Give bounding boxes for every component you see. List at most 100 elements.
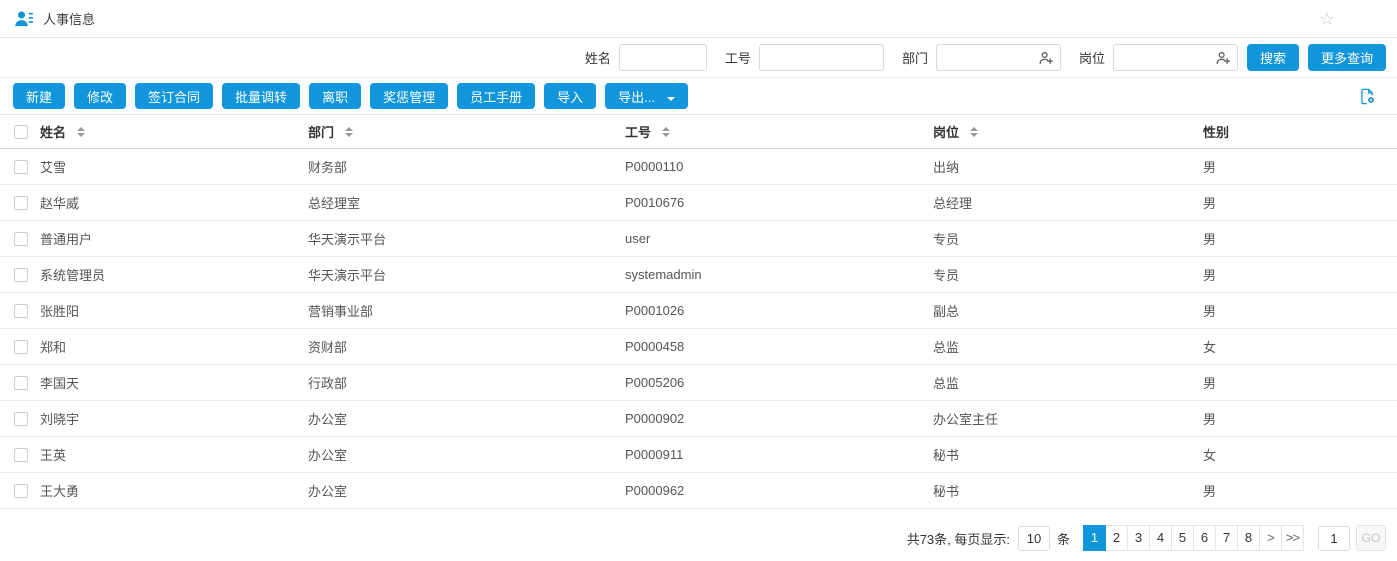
- cell-gender: 女: [1203, 445, 1397, 464]
- page-button-4[interactable]: 4: [1149, 525, 1172, 551]
- cell-employee-id: P0000458: [625, 339, 933, 354]
- table-row[interactable]: 李国天 行政部 P0005206 总监 男: [0, 365, 1397, 401]
- sort-icon[interactable]: [662, 127, 670, 137]
- search-bar: 姓名 工号 部门 岗位: [0, 38, 1397, 78]
- user-list-icon: [14, 9, 34, 29]
- cell-position: 总监: [933, 337, 1203, 356]
- favorite-star-icon[interactable]: ☆: [1319, 10, 1335, 28]
- cell-employee-id: P0010676: [625, 195, 933, 210]
- go-button[interactable]: GO: [1356, 525, 1386, 551]
- cell-name: 艾雪: [40, 157, 308, 176]
- column-header-employee-id[interactable]: 工号: [625, 122, 933, 141]
- page-button-8[interactable]: 8: [1237, 525, 1260, 551]
- cell-department: 行政部: [308, 373, 625, 392]
- reward-punishment-button[interactable]: 奖惩管理: [370, 83, 448, 109]
- row-checkbox[interactable]: [14, 196, 28, 210]
- page-button-3[interactable]: 3: [1127, 525, 1150, 551]
- edit-button[interactable]: 修改: [74, 83, 126, 109]
- row-checkbox[interactable]: [14, 376, 28, 390]
- cell-gender: 男: [1203, 229, 1397, 248]
- column-header-name[interactable]: 姓名: [40, 122, 308, 141]
- title-bar: 人事信息 ☆: [0, 0, 1397, 38]
- page-button-5[interactable]: 5: [1171, 525, 1194, 551]
- table-row[interactable]: 张胜阳 营销事业部 P0001026 副总 男: [0, 293, 1397, 329]
- cell-department: 总经理室: [308, 193, 625, 212]
- cell-name: 系统管理员: [40, 265, 308, 284]
- cell-employee-id: P0000902: [625, 411, 933, 426]
- cell-employee-id: user: [625, 231, 933, 246]
- cell-department: 资财部: [308, 337, 625, 356]
- sort-icon[interactable]: [77, 127, 85, 137]
- table-row[interactable]: 系统管理员 华天演示平台 systemadmin 专员 男: [0, 257, 1397, 293]
- search-button[interactable]: 搜索: [1247, 44, 1299, 71]
- cell-department: 办公室: [308, 445, 625, 464]
- cell-name: 张胜阳: [40, 301, 308, 320]
- sign-contract-button[interactable]: 签订合同: [135, 83, 213, 109]
- cell-position: 总经理: [933, 193, 1203, 212]
- cell-employee-id: P0000110: [625, 159, 933, 174]
- employee-id-search-input[interactable]: [759, 44, 884, 71]
- cell-position: 办公室主任: [933, 409, 1203, 428]
- page-button-6[interactable]: 6: [1193, 525, 1216, 551]
- page-size-input[interactable]: [1018, 526, 1050, 551]
- department-field-label: 部门: [902, 48, 928, 67]
- page-button-1[interactable]: 1: [1083, 525, 1106, 551]
- more-query-button[interactable]: 更多查询: [1308, 44, 1386, 71]
- export-button-label: 导出...: [618, 90, 655, 105]
- add-user-icon[interactable]: [1215, 50, 1231, 66]
- row-checkbox[interactable]: [14, 268, 28, 282]
- row-checkbox[interactable]: [14, 412, 28, 426]
- cell-gender: 男: [1203, 157, 1397, 176]
- add-user-icon[interactable]: [1038, 50, 1054, 66]
- page-size-unit-label: 条: [1057, 529, 1070, 548]
- select-all-checkbox[interactable]: [14, 125, 28, 139]
- cell-position: 专员: [933, 229, 1203, 248]
- cell-gender: 男: [1203, 265, 1397, 284]
- table-row[interactable]: 郑和 资财部 P0000458 总监 女: [0, 329, 1397, 365]
- goto-page-input[interactable]: [1318, 526, 1350, 551]
- employee-table: 姓名 部门 工号 岗位 性别 艾雪 财务部 P0000110 出纳 男 赵华威 …: [0, 114, 1397, 509]
- row-checkbox[interactable]: [14, 304, 28, 318]
- cell-position: 专员: [933, 265, 1203, 284]
- row-checkbox[interactable]: [14, 160, 28, 174]
- record-count-summary: 共73条, 每页显示:: [907, 529, 1010, 548]
- table-row[interactable]: 普通用户 华天演示平台 user 专员 男: [0, 221, 1397, 257]
- cell-position: 秘书: [933, 481, 1203, 500]
- row-checkbox[interactable]: [14, 484, 28, 498]
- toolbar: 新建 修改 签订合同 批量调转 离职 奖惩管理 员工手册 导入 导出...: [0, 78, 1397, 114]
- column-header-position[interactable]: 岗位: [933, 122, 1203, 141]
- page-button-7[interactable]: 7: [1215, 525, 1238, 551]
- page-title: 人事信息: [43, 9, 95, 28]
- position-field-label: 岗位: [1079, 48, 1105, 67]
- export-dropdown-button[interactable]: 导出...: [605, 83, 688, 109]
- cell-gender: 男: [1203, 301, 1397, 320]
- cell-employee-id: P0000962: [625, 483, 933, 498]
- caret-down-icon: [667, 97, 675, 101]
- page-button-2[interactable]: 2: [1105, 525, 1128, 551]
- resign-button[interactable]: 离职: [309, 83, 361, 109]
- row-checkbox[interactable]: [14, 340, 28, 354]
- row-checkbox[interactable]: [14, 232, 28, 246]
- employee-handbook-button[interactable]: 员工手册: [457, 83, 535, 109]
- table-row[interactable]: 赵华威 总经理室 P0010676 总经理 男: [0, 185, 1397, 221]
- sort-icon[interactable]: [970, 127, 978, 137]
- export-settings-icon[interactable]: [1358, 78, 1377, 114]
- import-button[interactable]: 导入: [544, 83, 596, 109]
- new-button[interactable]: 新建: [13, 83, 65, 109]
- batch-transfer-button[interactable]: 批量调转: [222, 83, 300, 109]
- cell-name: 刘晓宇: [40, 409, 308, 428]
- table-row[interactable]: 王大勇 办公室 P0000962 秘书 男: [0, 473, 1397, 509]
- sort-icon[interactable]: [345, 127, 353, 137]
- column-header-department[interactable]: 部门: [308, 122, 625, 141]
- table-row[interactable]: 艾雪 财务部 P0000110 出纳 男: [0, 149, 1397, 185]
- last-page-button[interactable]: >>: [1281, 525, 1304, 551]
- name-search-input[interactable]: [619, 44, 707, 71]
- page-list: 1 2 3 4 5 6 7 8 > >>: [1083, 525, 1304, 551]
- row-checkbox[interactable]: [14, 448, 28, 462]
- column-header-gender: 性别: [1203, 122, 1397, 141]
- table-row[interactable]: 刘晓宇 办公室 P0000902 办公室主任 男: [0, 401, 1397, 437]
- cell-position: 秘书: [933, 445, 1203, 464]
- next-page-button[interactable]: >: [1259, 525, 1282, 551]
- cell-department: 办公室: [308, 409, 625, 428]
- table-row[interactable]: 王英 办公室 P0000911 秘书 女: [0, 437, 1397, 473]
